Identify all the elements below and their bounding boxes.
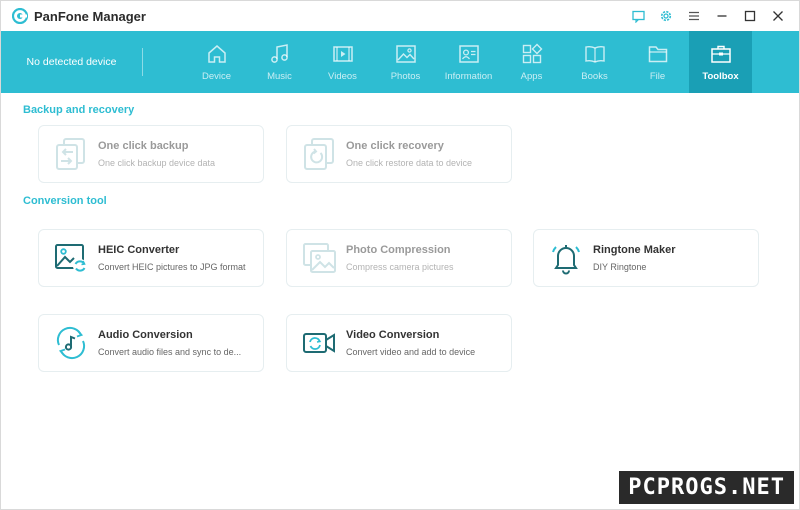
tab-label: Music bbox=[267, 71, 292, 82]
heic-converter-card[interactable]: HEIC Converter Convert HEIC pictures to … bbox=[38, 229, 264, 287]
tab-books[interactable]: Books bbox=[563, 31, 626, 93]
watermark: PCPROGS.NET bbox=[619, 471, 794, 504]
window-controls bbox=[629, 7, 787, 25]
contact-card-icon bbox=[458, 42, 480, 66]
card-title: HEIC Converter bbox=[98, 244, 180, 256]
app-logo-icon bbox=[12, 8, 28, 24]
card-subtitle: Convert HEIC pictures to JPG format bbox=[98, 262, 246, 272]
tab-device[interactable]: Device bbox=[185, 31, 248, 93]
heic-converter-icon bbox=[51, 238, 91, 278]
tab-music[interactable]: Music bbox=[248, 31, 311, 93]
card-title: Ringtone Maker bbox=[593, 244, 676, 256]
minimize-icon[interactable] bbox=[713, 7, 731, 25]
one-click-recovery-card[interactable]: One click recovery One click restore dat… bbox=[286, 125, 512, 183]
maximize-icon[interactable] bbox=[741, 7, 759, 25]
card-subtitle: Compress camera pictures bbox=[346, 262, 454, 272]
tab-label: Photos bbox=[390, 71, 421, 82]
toolbox-icon bbox=[710, 42, 732, 66]
nav-bar: No detected device Device Music Videos P… bbox=[1, 31, 799, 93]
tab-label: Toolbox bbox=[702, 71, 739, 82]
video-conversion-card[interactable]: Video Conversion Convert video and add t… bbox=[286, 314, 512, 372]
section-title-conversion: Conversion tool bbox=[23, 195, 107, 207]
card-subtitle: Convert video and add to device bbox=[346, 347, 476, 357]
photo-icon bbox=[395, 42, 417, 66]
tab-label: Videos bbox=[328, 71, 357, 82]
video-conversion-icon bbox=[299, 323, 339, 363]
card-title: Video Conversion bbox=[346, 329, 440, 341]
tab-information[interactable]: Information bbox=[437, 31, 500, 93]
card-title: One click recovery bbox=[346, 140, 444, 152]
tab-apps[interactable]: Apps bbox=[500, 31, 563, 93]
menu-icon[interactable] bbox=[685, 7, 703, 25]
tab-photos[interactable]: Photos bbox=[374, 31, 437, 93]
folder-icon bbox=[647, 42, 669, 66]
tab-label: Device bbox=[201, 71, 232, 82]
feedback-icon[interactable] bbox=[629, 7, 647, 25]
recovery-icon bbox=[299, 134, 339, 174]
app-window: PanFone Manager No detected device Devic… bbox=[0, 0, 800, 510]
card-subtitle: One click backup device data bbox=[98, 158, 216, 168]
photo-compression-icon bbox=[299, 238, 339, 278]
tab-toolbox[interactable]: Toolbox bbox=[689, 31, 752, 93]
section-title-backup: Backup and recovery bbox=[23, 104, 135, 116]
card-subtitle: One click restore data to device bbox=[346, 158, 473, 168]
close-icon[interactable] bbox=[769, 7, 787, 25]
card-title: One click backup bbox=[98, 140, 189, 152]
card-title: Audio Conversion bbox=[98, 329, 193, 341]
card-title: Photo Compression bbox=[346, 244, 451, 256]
tab-label: Books bbox=[581, 71, 608, 82]
book-icon bbox=[584, 42, 606, 66]
audio-conversion-icon bbox=[51, 323, 91, 363]
ringtone-maker-card[interactable]: Ringtone Maker DIY Ringtone bbox=[533, 229, 759, 287]
video-icon bbox=[332, 42, 354, 66]
backup-icon bbox=[51, 134, 91, 174]
nav-tabs: Device Music Videos Photos Information A… bbox=[185, 31, 752, 93]
device-status: No detected device bbox=[1, 48, 143, 76]
one-click-backup-card[interactable]: One click backup One click backup device… bbox=[38, 125, 264, 183]
home-icon bbox=[206, 42, 228, 66]
tab-file[interactable]: File bbox=[626, 31, 689, 93]
apps-icon bbox=[521, 42, 543, 66]
audio-conversion-card[interactable]: Audio Conversion Convert audio files and… bbox=[38, 314, 264, 372]
tab-label: File bbox=[649, 71, 666, 82]
tab-videos[interactable]: Videos bbox=[311, 31, 374, 93]
bell-icon bbox=[546, 238, 586, 278]
card-subtitle: Convert audio files and sync to de... bbox=[98, 347, 242, 357]
tab-label: Information bbox=[444, 71, 493, 82]
settings-icon[interactable] bbox=[657, 7, 675, 25]
title-bar: PanFone Manager bbox=[1, 1, 799, 31]
photo-compression-card[interactable]: Photo Compression Compress camera pictur… bbox=[286, 229, 512, 287]
tab-label: Apps bbox=[520, 71, 543, 82]
card-subtitle: DIY Ringtone bbox=[593, 262, 647, 272]
app-title: PanFone Manager bbox=[34, 8, 146, 24]
music-icon bbox=[269, 42, 291, 66]
